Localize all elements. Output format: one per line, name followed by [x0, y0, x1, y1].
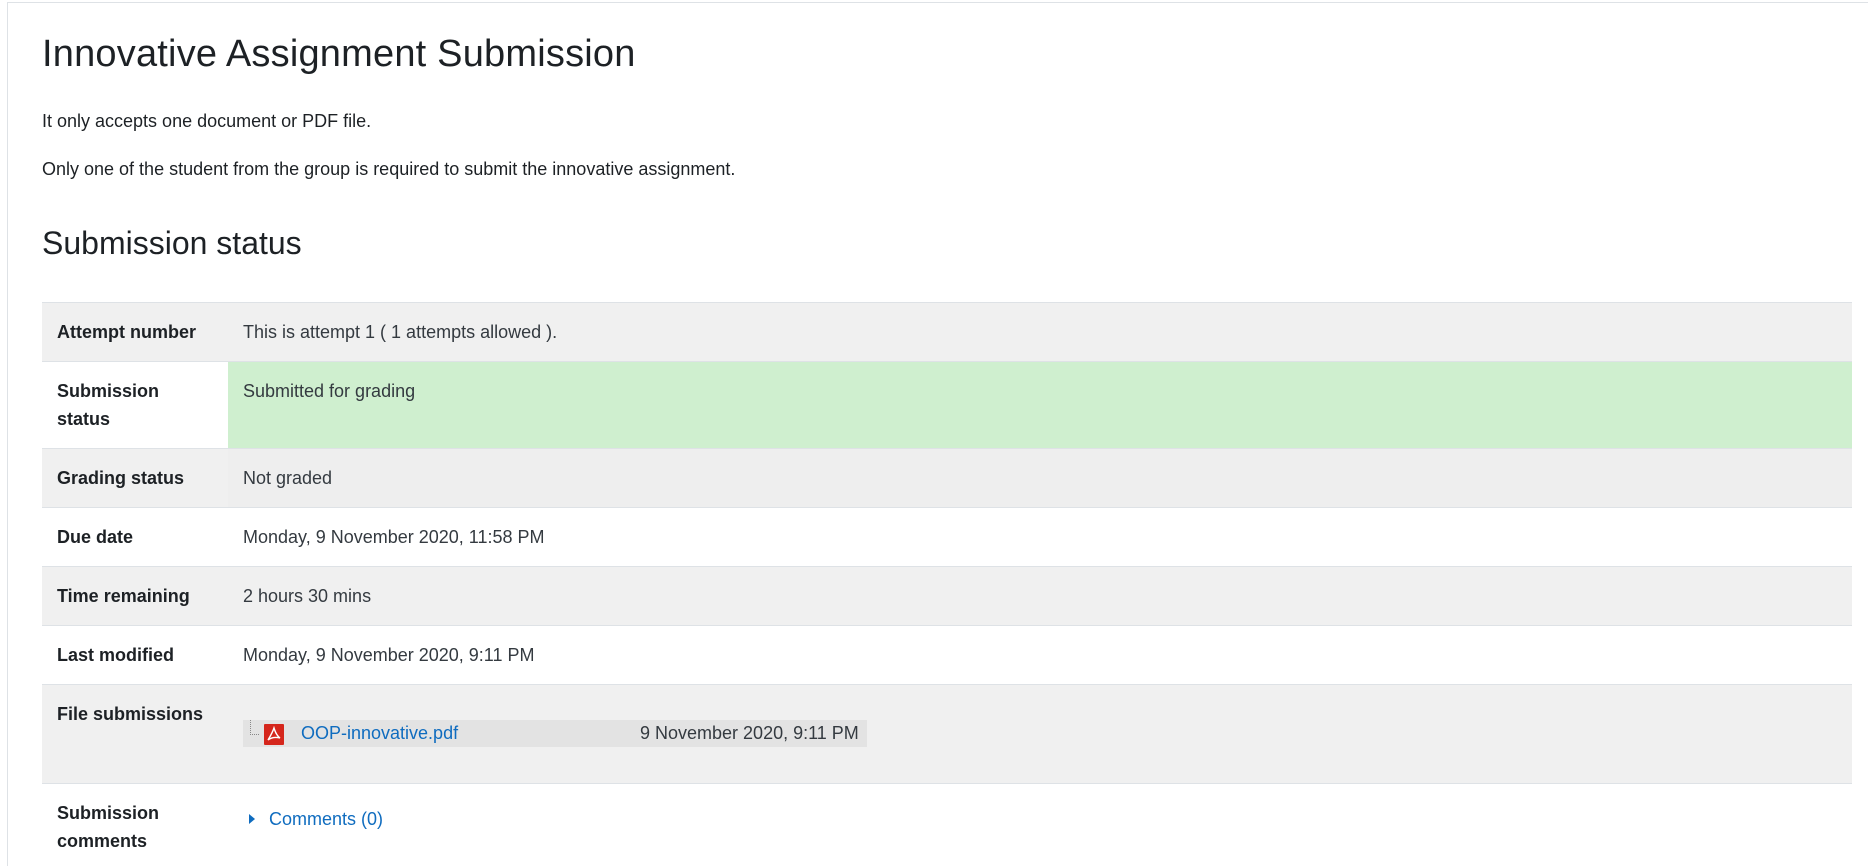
row-value: 2 hours 30 mins	[228, 566, 1852, 626]
row-label: Due date	[42, 507, 228, 567]
row-value: Monday, 9 November 2020, 11:58 PM	[228, 507, 1852, 567]
row-label: Submission comments	[42, 783, 228, 868]
file-date: 9 November 2020, 9:11 PM	[640, 723, 859, 743]
pdf-icon	[264, 724, 284, 745]
table-row-time-remaining: Time remaining 2 hours 30 mins	[42, 566, 1852, 626]
table-row-file-submissions: File submissions OOP-innovative.pdf 9 No…	[42, 684, 1852, 784]
tree-connector	[250, 720, 259, 735]
grading-status-value: Not graded	[228, 448, 1852, 508]
submission-status-table: Attempt number This is attempt 1 ( 1 att…	[42, 302, 1852, 868]
comments-link[interactable]: Comments (0)	[269, 805, 383, 833]
caret-right-icon	[249, 814, 255, 824]
row-label: Last modified	[42, 625, 228, 685]
row-label: Time remaining	[42, 566, 228, 626]
table-row-due-date: Due date Monday, 9 November 2020, 11:58 …	[42, 507, 1852, 567]
row-value: Monday, 9 November 2020, 9:11 PM	[228, 625, 1852, 685]
file-submissions-cell: OOP-innovative.pdf 9 November 2020, 9:11…	[228, 684, 1852, 784]
row-label: File submissions	[42, 684, 228, 784]
row-label: Attempt number	[42, 302, 228, 362]
comments-toggle[interactable]: Comments (0)	[243, 805, 383, 833]
table-row-submission-status: Submission status Submitted for grading	[42, 361, 1852, 449]
intro-text: It only accepts one document or PDF file…	[42, 111, 372, 131]
table-row-grading-status: Grading status Not graded	[42, 448, 1852, 508]
page-title: Innovative Assignment Submission	[42, 33, 636, 75]
table-row-attempt-number: Attempt number This is attempt 1 ( 1 att…	[42, 302, 1852, 362]
comments-cell: Comments (0)	[228, 783, 1852, 868]
row-label: Grading status	[42, 448, 228, 508]
row-label: Submission status	[42, 361, 228, 449]
file-tree: OOP-innovative.pdf 9 November 2020, 9:11…	[243, 720, 867, 747]
row-value: This is attempt 1 ( 1 attempts allowed )…	[228, 302, 1852, 362]
submission-status-value: Submitted for grading	[228, 361, 1852, 449]
intro-text: Only one of the student from the group i…	[42, 159, 736, 179]
section-title-submission-status: Submission status	[42, 225, 302, 261]
table-row-submission-comments: Submission comments Comments (0)	[42, 783, 1852, 868]
file-link-oop-innovative[interactable]: OOP-innovative.pdf	[301, 720, 458, 747]
table-row-last-modified: Last modified Monday, 9 November 2020, 9…	[42, 625, 1852, 685]
page-frame: Innovative Assignment Submission It only…	[7, 2, 1868, 868]
